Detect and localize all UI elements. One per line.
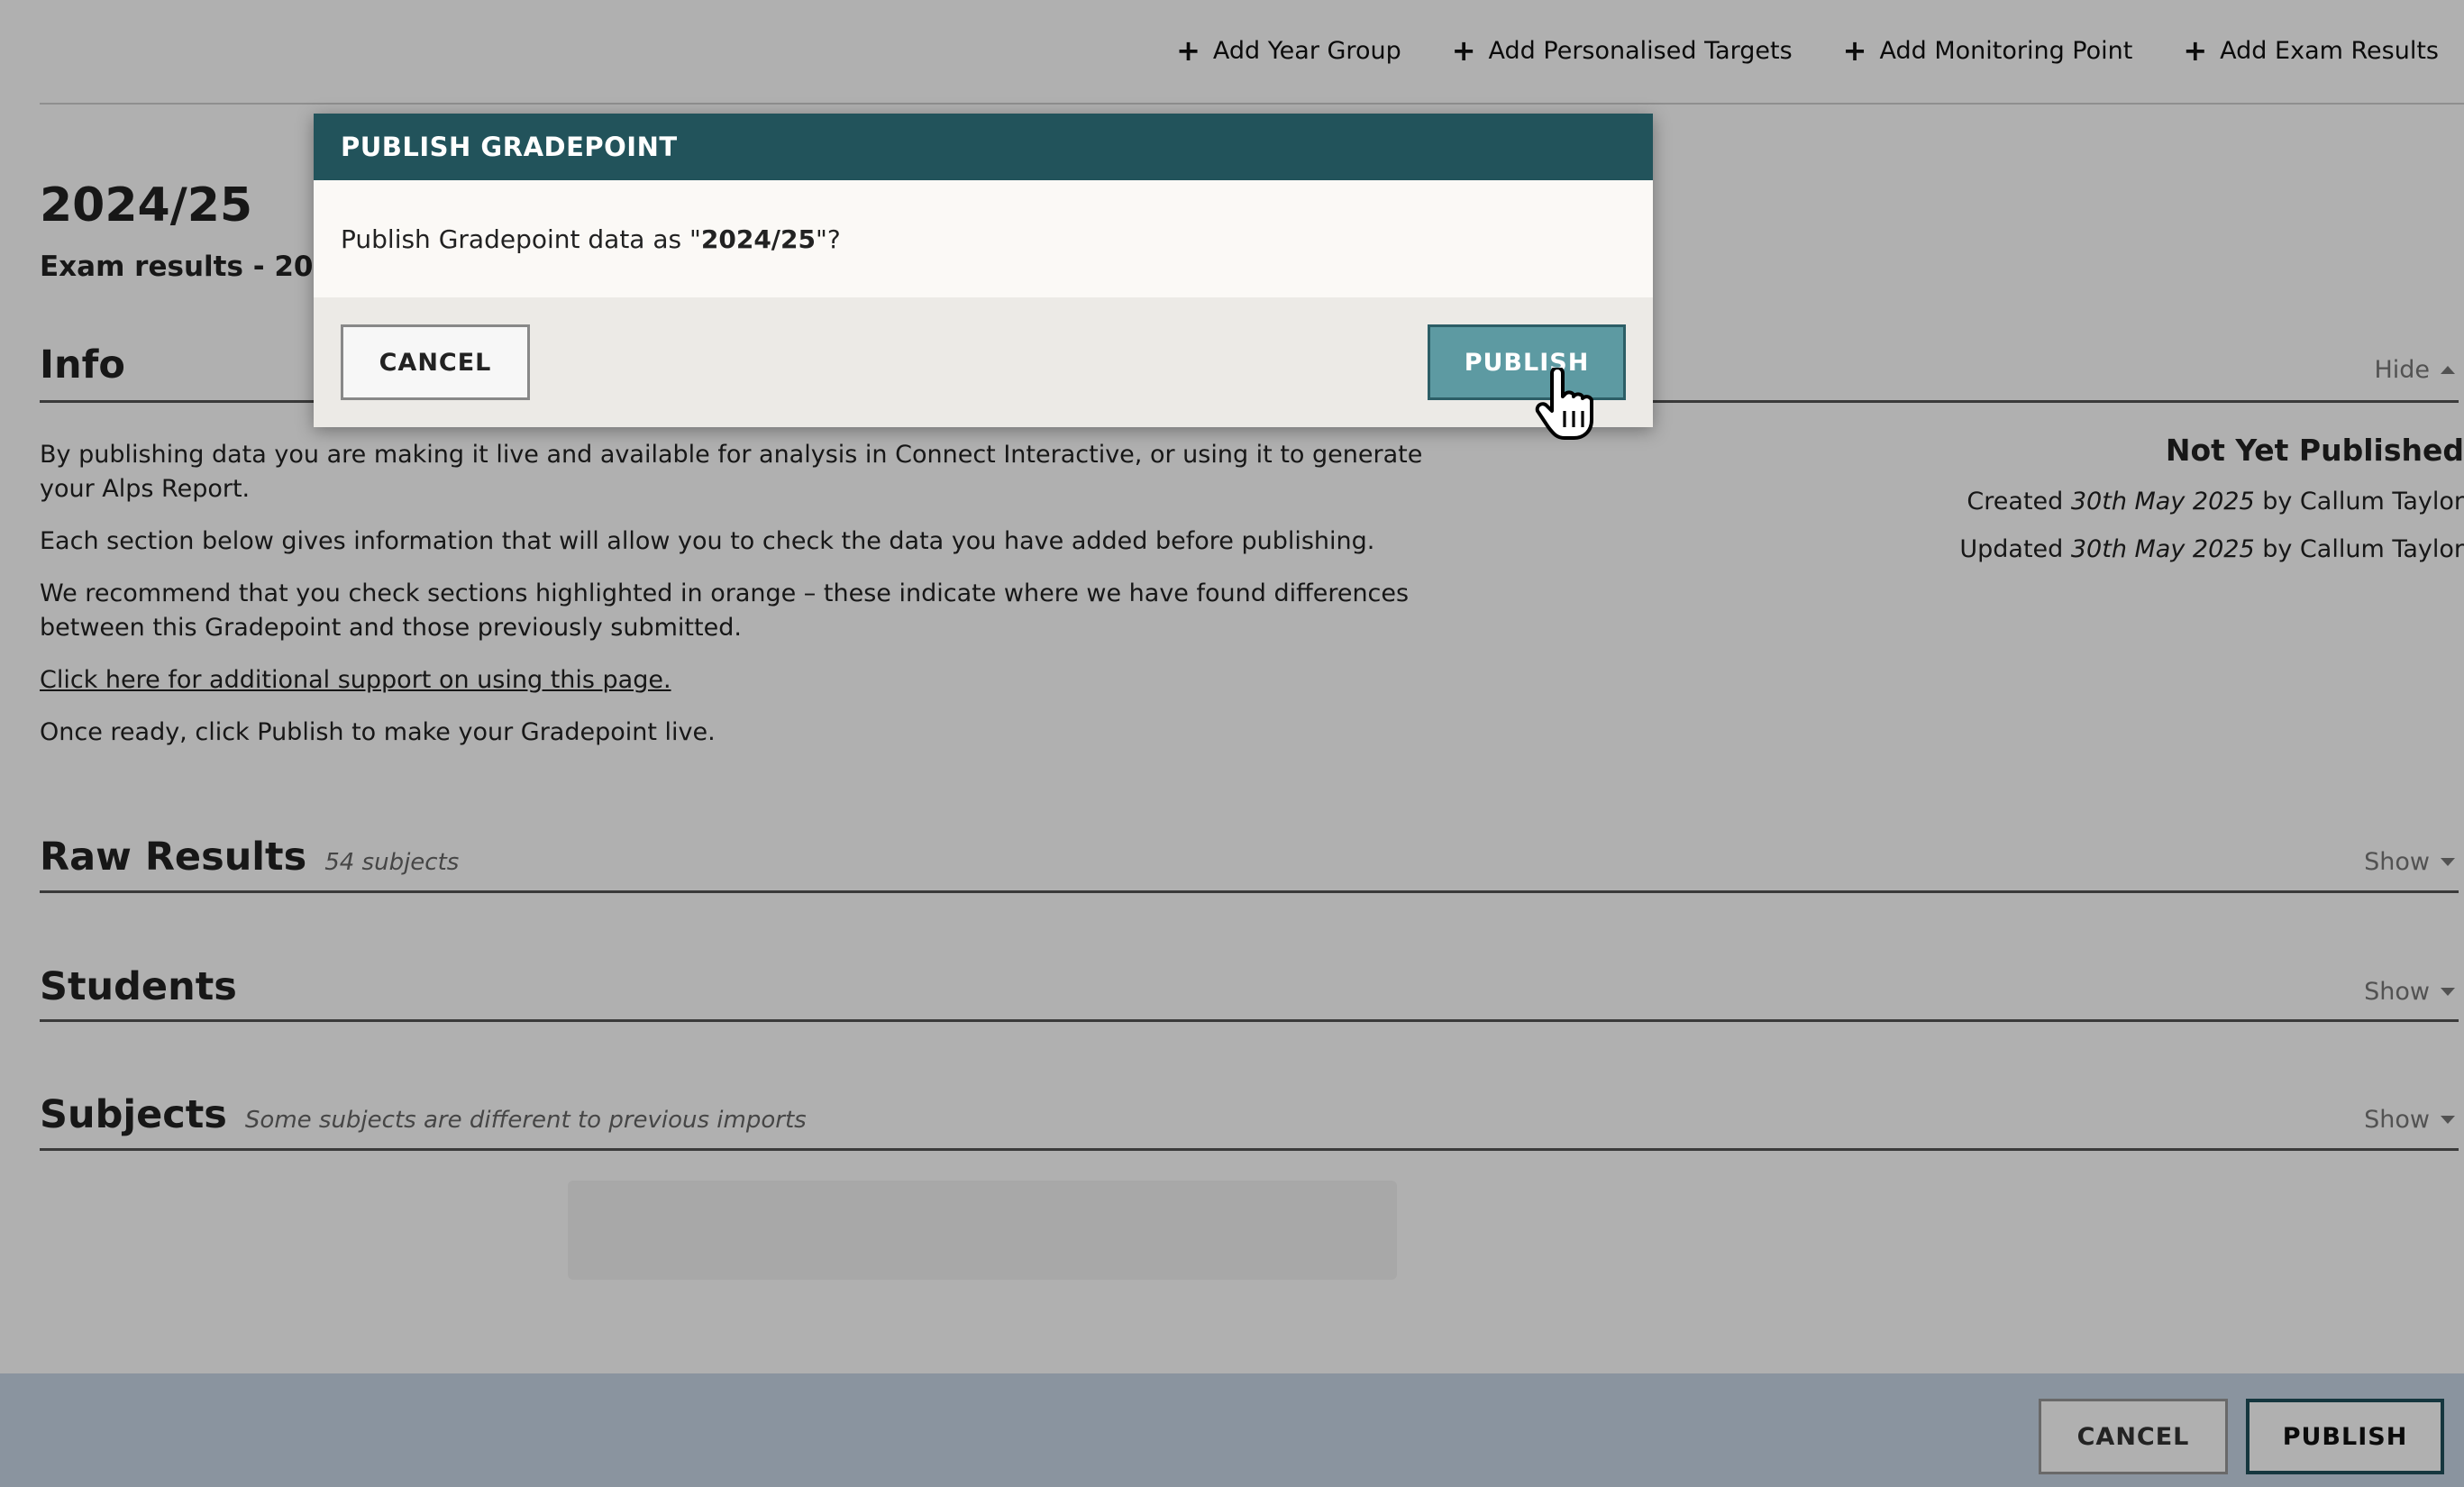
publish-dialog: PUBLISH GRADEPOINT Publish Gradepoint da… (314, 114, 1653, 427)
dialog-cancel-button[interactable]: CANCEL (341, 324, 530, 400)
dialog-publish-button[interactable]: PUBLISH (1428, 324, 1626, 400)
dialog-message-suffix: "? (816, 224, 841, 254)
dialog-message: Publish Gradepoint data as " 2024/25 "? (314, 180, 1653, 297)
dialog-title: PUBLISH GRADEPOINT (314, 114, 1653, 180)
dialog-footer: CANCEL PUBLISH (314, 297, 1653, 427)
dialog-message-prefix: Publish Gradepoint data as " (341, 224, 701, 254)
dialog-message-value: 2024/25 (700, 224, 816, 254)
